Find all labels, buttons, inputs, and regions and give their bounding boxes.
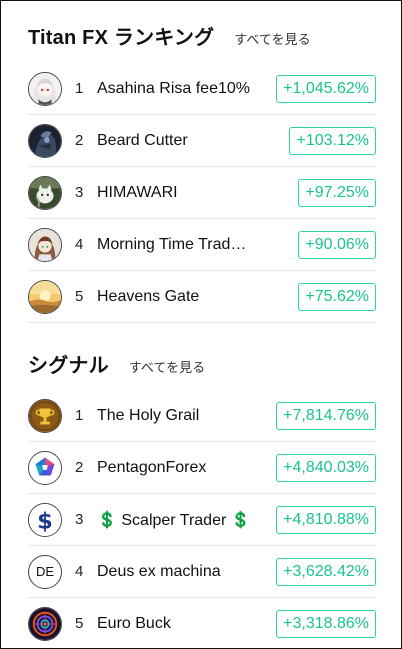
svg-text:$: $ [37, 508, 53, 534]
signal-row-2[interactable]: 2 PentagonForex +4,840.03% [28, 442, 376, 494]
ranking-list: 1 Asahina Risa fee10% +1,045.62% 2 Beard… [28, 63, 376, 323]
rank-number: 4 [75, 236, 84, 253]
signals-see-all-link[interactable]: すべてを見る [129, 357, 205, 376]
gain-badge: +103.12% [289, 126, 376, 155]
rank-number: 5 [75, 288, 84, 305]
sunset-avatar-icon [28, 279, 62, 314]
rank-number: 3 [75, 511, 84, 528]
trader-name: HIMAWARI [97, 183, 178, 201]
signal-name: The Holy Grail [97, 406, 200, 424]
ranking-see-all-link[interactable]: すべてを見る [234, 29, 310, 48]
gain-badge: +3,318.86% [276, 609, 376, 638]
rank-number: 5 [75, 615, 84, 632]
ranking-row-4[interactable]: 4 Morning Time Trad… +90.06% [28, 219, 376, 271]
signals-list: 1 The Holy Grail +7,814.76% 2 PentagonFo… [28, 390, 376, 648]
fractal-avatar-icon [28, 606, 62, 641]
rank-number: 2 [75, 132, 84, 149]
signal-row-4[interactable]: DE 4 Deus ex machina +3,628.42% [28, 546, 376, 598]
ranking-row-3[interactable]: 3 HIMAWARI +97.25% [28, 167, 376, 219]
rank-number: 3 [75, 184, 84, 201]
gain-badge: +4,810.88% [276, 505, 376, 534]
signal-name: 💲 Scalper Trader 💲 [97, 511, 251, 529]
gain-badge: +4,840.03% [276, 453, 376, 482]
rank-number: 2 [75, 459, 84, 476]
dark-character-avatar-icon [28, 123, 62, 158]
signal-name: Deus ex machina [97, 562, 221, 580]
trader-name: Heavens Gate [97, 287, 200, 305]
signals-header: シグナル すべてを見る [28, 349, 205, 378]
trader-name: Morning Time Trad… [97, 235, 247, 253]
gain-badge: +1,045.62% [276, 74, 376, 103]
ranking-header: Titan FX ランキング すべてを見る [28, 21, 311, 50]
signal-row-3[interactable]: $ 3 💲 Scalper Trader 💲 +4,810.88% [28, 494, 376, 546]
signal-row-5[interactable]: 5 Euro Buck +3,318.86% [28, 598, 376, 648]
app-frame: Titan FX ランキング すべてを見る 1 Asahina Risa fee… [0, 0, 402, 649]
signal-name: Euro Buck [97, 614, 171, 632]
trader-name: Beard Cutter [97, 131, 188, 149]
ranking-row-1[interactable]: 1 Asahina Risa fee10% +1,045.62% [28, 63, 376, 115]
ranking-row-2[interactable]: 2 Beard Cutter +103.12% [28, 115, 376, 167]
gain-badge: +97.25% [298, 178, 376, 207]
gain-badge: +75.62% [298, 282, 376, 311]
signals-title: シグナル [28, 355, 109, 377]
gain-badge: +3,628.42% [276, 557, 376, 586]
signal-row-1[interactable]: 1 The Holy Grail +7,814.76% [28, 390, 376, 442]
gain-badge: +90.06% [298, 230, 376, 259]
rank-number: 1 [75, 80, 84, 97]
gain-badge: +7,814.76% [276, 401, 376, 430]
ranking-title: Titan FX ランキング [28, 27, 215, 49]
trader-name: Asahina Risa fee10% [97, 79, 250, 97]
rank-number: 4 [75, 563, 84, 580]
anime-character-avatar-icon [28, 227, 62, 262]
ranking-row-5[interactable]: 5 Heavens Gate +75.62% [28, 271, 376, 323]
rank-number: 1 [75, 407, 84, 424]
signal-name: PentagonForex [97, 458, 207, 476]
dollar-sign-avatar-icon: $ [28, 502, 62, 537]
cat-avatar-icon [28, 175, 62, 210]
anime-girl-avatar-icon [28, 71, 62, 106]
trophy-avatar-icon [28, 398, 62, 433]
initials-avatar: DE [28, 554, 62, 589]
pentagon-logo-avatar-icon [28, 450, 62, 485]
